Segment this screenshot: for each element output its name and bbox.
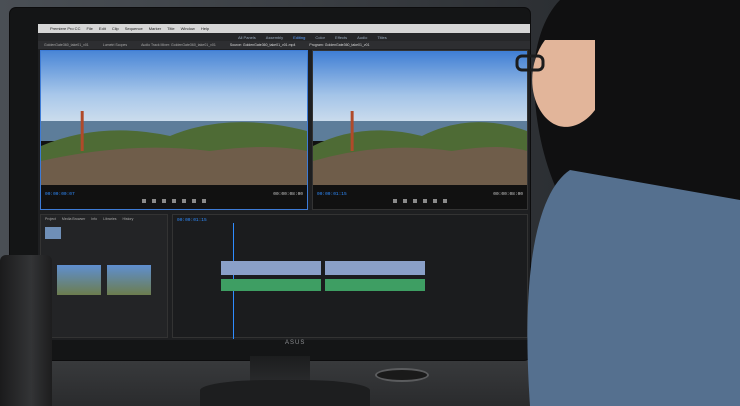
menu-marker[interactable]: Marker bbox=[149, 26, 161, 31]
workspace-effects[interactable]: Effects bbox=[335, 35, 347, 40]
step-forward-button[interactable] bbox=[182, 199, 186, 203]
step-back-button[interactable] bbox=[162, 199, 166, 203]
workspace-assembly[interactable]: Assembly bbox=[266, 35, 283, 40]
play-button[interactable] bbox=[172, 199, 176, 203]
monitor-stand-base bbox=[200, 380, 370, 406]
overwrite-button[interactable] bbox=[202, 199, 206, 203]
audio-clip[interactable] bbox=[325, 279, 425, 291]
menu-app[interactable]: Premiere Pro CC bbox=[50, 26, 80, 31]
tab-media-browser[interactable]: Media Browser bbox=[62, 217, 85, 221]
mug bbox=[0, 255, 52, 406]
tab-info[interactable]: Info bbox=[91, 217, 97, 221]
person-editing bbox=[515, 0, 740, 406]
workspace-all-panels[interactable]: All Panels bbox=[238, 35, 256, 40]
clip-thumbnail[interactable] bbox=[45, 227, 61, 239]
panorama-frame bbox=[41, 51, 307, 185]
video-clip[interactable] bbox=[221, 261, 321, 275]
menu-window[interactable]: Window bbox=[181, 26, 195, 31]
monitor-brand: ASUS bbox=[285, 340, 306, 346]
video-clip[interactable] bbox=[325, 261, 425, 275]
media-thumbnail[interactable] bbox=[107, 265, 151, 295]
menu-edit[interactable]: Edit bbox=[99, 26, 106, 31]
mark-out-button[interactable] bbox=[152, 199, 156, 203]
tab-history[interactable]: History bbox=[123, 217, 134, 221]
audio-clip[interactable] bbox=[221, 279, 321, 291]
tab-program-monitor[interactable]: Program: GoldenGate360_take01_v01 bbox=[309, 43, 369, 47]
workspace-audio[interactable]: Audio bbox=[357, 35, 367, 40]
workspace-color[interactable]: Color bbox=[315, 35, 325, 40]
tab-effect-controls[interactable]: GoldenGate360_take01_v01 bbox=[44, 43, 89, 47]
menu-clip[interactable]: Clip bbox=[112, 26, 119, 31]
menu-title[interactable]: Title bbox=[167, 26, 174, 31]
mark-in-button[interactable] bbox=[142, 199, 146, 203]
menu-sequence[interactable]: Sequence bbox=[125, 26, 143, 31]
menu-file[interactable]: File bbox=[86, 26, 92, 31]
program-mark-in-button[interactable] bbox=[393, 199, 397, 203]
workspace-editing[interactable]: Editing bbox=[293, 35, 305, 40]
tab-project[interactable]: Project bbox=[45, 217, 56, 221]
menu-help[interactable]: Help bbox=[201, 26, 209, 31]
tab-source-monitor[interactable]: Source: GoldenGate360_take01_v01.mp4 bbox=[230, 43, 296, 47]
tab-audio-mixer[interactable]: Audio Track Mixer: GoldenGate360_take01_… bbox=[141, 43, 216, 47]
program-play-button[interactable] bbox=[413, 199, 417, 203]
project-tabs: Project Media Browser Info Libraries His… bbox=[41, 215, 167, 223]
project-panel[interactable]: Project Media Browser Info Libraries His… bbox=[40, 214, 168, 338]
timeline-timecode: 00:00:01:15 bbox=[177, 218, 207, 223]
photo-scene: Premiere Pro CC File Edit Clip Sequence … bbox=[0, 0, 740, 406]
program-step-back-button[interactable] bbox=[403, 199, 407, 203]
insert-button[interactable] bbox=[192, 199, 196, 203]
tab-libraries[interactable]: Libraries bbox=[103, 217, 116, 221]
workspace-titles[interactable]: Titles bbox=[377, 35, 386, 40]
source-monitor[interactable]: 00:00:00:07 00:00:08:00 bbox=[40, 50, 308, 210]
tab-lumetri-scopes[interactable]: Lumetri Scopes bbox=[103, 43, 127, 47]
media-thumbnail[interactable] bbox=[57, 265, 101, 295]
source-transport-controls bbox=[41, 196, 307, 206]
